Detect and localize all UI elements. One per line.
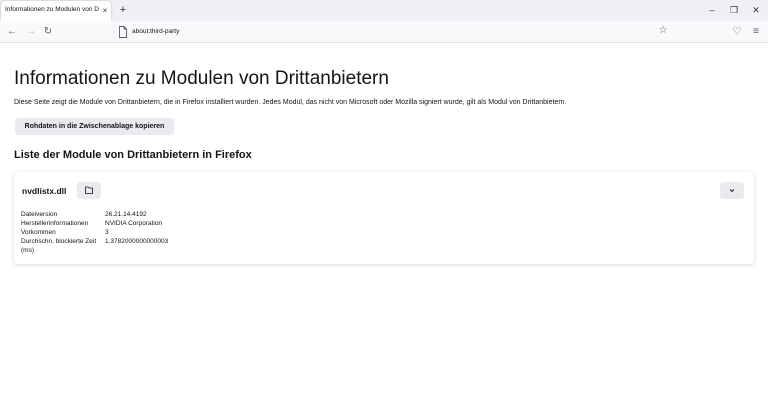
url-text: about:third-party <box>132 28 180 35</box>
module-name: nvdlistx.dll <box>22 186 67 196</box>
open-folder-button[interactable] <box>77 182 101 199</box>
menu-button[interactable]: ≡ <box>749 25 763 39</box>
copy-raw-data-button[interactable]: Rohdaten in die Zwischenablage kopieren <box>15 118 174 135</box>
module-card: nvdlistx.dll Dateiversion 26.21.14.4192 … <box>14 172 754 264</box>
field-value-version: 26.21.14.4192 <box>105 211 147 218</box>
maximize-button[interactable]: ❐ <box>727 3 741 17</box>
tab-close-icon[interactable]: × <box>101 6 109 16</box>
tab-title: Informationen zu Modulen von Drittanbiet… <box>5 6 99 13</box>
page-icon <box>119 26 127 38</box>
field-value-occurrences: 3 <box>105 229 109 236</box>
minimize-button[interactable]: – <box>705 3 719 17</box>
bookmark-star-icon[interactable]: ☆ <box>656 24 670 38</box>
new-tab-button[interactable]: + <box>117 4 129 16</box>
page-title: Informationen zu Modulen von Drittanbiet… <box>14 68 389 89</box>
forward-button[interactable]: → <box>24 25 38 39</box>
field-value-vendor: NVIDIA Corporation <box>105 220 163 227</box>
folder-icon <box>85 186 93 194</box>
tab-strip: Informationen zu Modulen von Drittanbiet… <box>0 0 768 21</box>
close-window-button[interactable]: ✕ <box>749 3 763 17</box>
page-description: Diese Seite zeigt die Module von Drittan… <box>14 99 567 106</box>
pocket-icon[interactable]: ♡ <box>730 25 744 39</box>
field-label-vendor: Herstellerinformationen <box>21 220 89 227</box>
expand-button[interactable] <box>720 182 744 199</box>
field-label-block-time: Durchschn. blockierte Zeit (ms) <box>21 238 97 254</box>
field-label-version: Dateiversion <box>21 211 58 218</box>
back-button[interactable]: ← <box>5 25 19 39</box>
url-bar[interactable]: about:third-party ☆ <box>112 23 674 41</box>
chevron-down-icon <box>729 189 735 193</box>
field-label-occurrences: Vorkommen <box>21 229 56 236</box>
section-title: Liste der Module von Drittanbietern in F… <box>14 149 252 161</box>
reload-button[interactable]: ↻ <box>41 25 55 39</box>
tab-third-party[interactable]: Informationen zu Modulen von Drittanbiet… <box>1 1 111 21</box>
field-value-block-time: 1.3782000000000003 <box>105 238 169 245</box>
navigation-bar: ← → ↻ about:third-party ☆ ♡ ≡ <box>0 21 768 43</box>
